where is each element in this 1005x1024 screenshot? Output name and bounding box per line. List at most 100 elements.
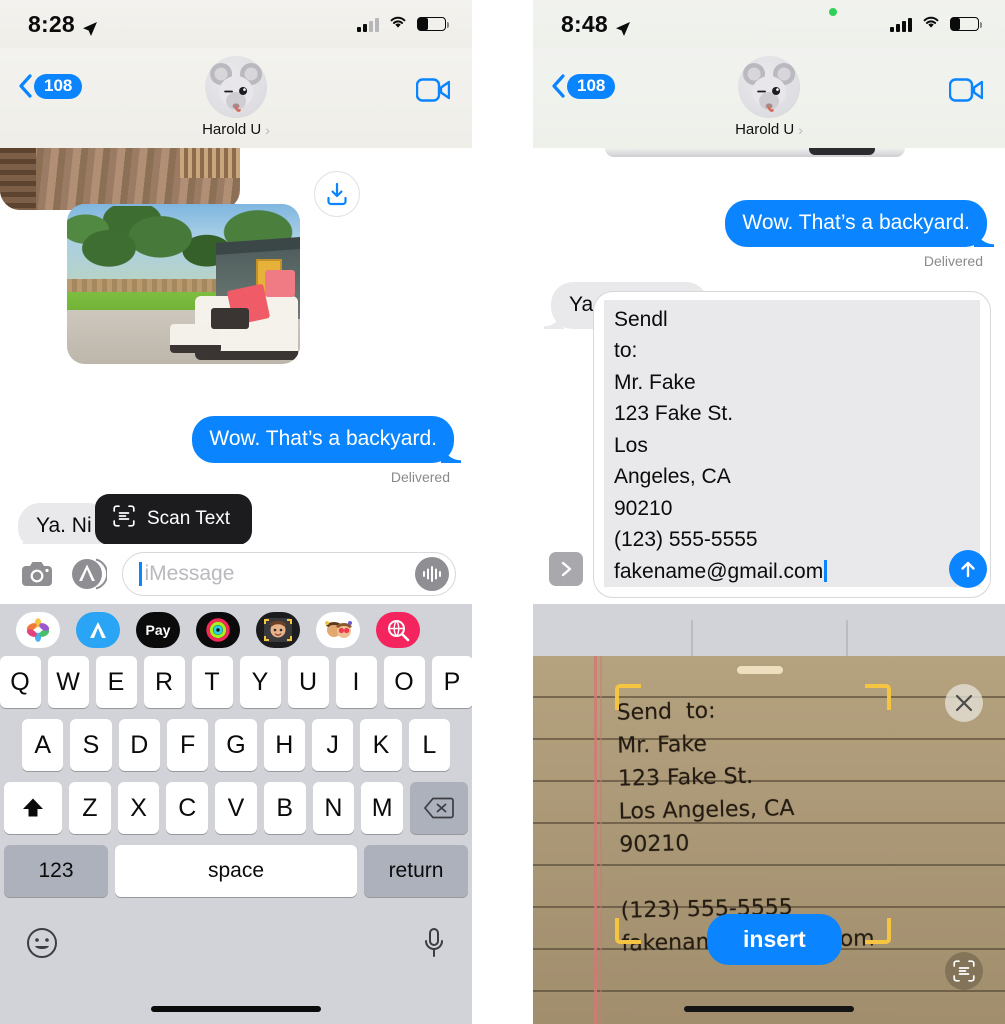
key-v[interactable]: V (215, 782, 257, 834)
key-b[interactable]: B (263, 782, 306, 834)
outgoing-bubble[interactable]: Wow. That’s a backyard. (725, 200, 994, 248)
unread-count-badge: 108 (567, 74, 616, 99)
status-bar-time-group-right: 8:48 (561, 11, 631, 38)
outgoing-bubble[interactable]: Wow. That’s a backyard. (192, 416, 461, 464)
wifi-icon (921, 14, 941, 34)
audio-waveform-icon[interactable] (415, 557, 449, 591)
location-arrow-icon (82, 16, 98, 36)
facetime-video-icon[interactable] (415, 78, 451, 107)
fitness-rings-icon[interactable] (196, 612, 240, 648)
contact-header[interactable]: Harold U › (735, 56, 803, 138)
live-text-toggle-icon[interactable] (945, 952, 983, 990)
backyard-photo[interactable] (67, 204, 300, 364)
keyboard-row-1: Q W E R T Y U I O P (0, 656, 472, 708)
chevron-right-icon: › (265, 121, 270, 138)
back-button[interactable]: 108 (18, 74, 83, 99)
return-key[interactable]: return (364, 845, 468, 897)
key-w[interactable]: W (47, 656, 89, 708)
scan-text-icon (113, 505, 135, 533)
key-x[interactable]: X (117, 782, 160, 834)
key-g[interactable]: G (215, 719, 257, 771)
status-time: 8:48 (561, 10, 608, 37)
backspace-key-icon[interactable] (410, 782, 469, 834)
phone-screenshot-right: 8:48 108 Harold U › Wow. That’s a backya… (533, 0, 1005, 1024)
signal-bars-icon (890, 17, 912, 32)
unread-count-badge: 108 (34, 74, 83, 99)
close-x-icon[interactable] (945, 684, 983, 722)
key-s[interactable]: S (70, 719, 112, 771)
key-h[interactable]: H (263, 719, 305, 771)
numbers-key[interactable]: 123 (4, 845, 108, 897)
back-button[interactable]: 108 (551, 74, 616, 99)
key-a[interactable]: A (22, 719, 64, 771)
tab-divider-right (846, 620, 848, 656)
status-time: 8:28 (28, 10, 75, 37)
imessage-app-strip: Pay (0, 604, 472, 656)
download-icon[interactable] (314, 171, 360, 217)
key-z[interactable]: Z (68, 782, 111, 834)
key-f[interactable]: F (167, 719, 209, 771)
message-input-field[interactable]: iMessage (122, 552, 456, 596)
insert-button[interactable]: insert (707, 914, 842, 965)
key-k[interactable]: K (360, 719, 402, 771)
keyboard-row-4: 123 space return (0, 845, 472, 897)
microphone-icon[interactable] (422, 927, 446, 964)
contact-header[interactable]: Harold U › (202, 56, 270, 138)
delivery-status: Delivered (923, 253, 983, 270)
key-y[interactable]: Y (239, 656, 281, 708)
keyboard-row-2: A S D F G H J K L (0, 719, 472, 771)
compose-input-field[interactable]: Sendl to: Mr. Fake 123 Fake St. Los Ange… (593, 290, 991, 598)
shift-key-icon[interactable] (3, 782, 62, 834)
memoji-capture-icon[interactable] (256, 612, 300, 648)
detection-corner-bottom-right (865, 918, 891, 944)
memoji-stickers-icon[interactable] (316, 612, 360, 648)
tab-divider-left (691, 620, 693, 656)
contact-name: Harold U (202, 121, 262, 138)
paper-top-edge (737, 666, 783, 674)
status-bar-time-group: 8:28 (28, 11, 98, 38)
key-d[interactable]: D (118, 719, 160, 771)
live-text-camera-view: Send to: Mr. Fake 123 Fake St. Los Angel… (533, 604, 1005, 1024)
key-e[interactable]: E (95, 656, 137, 708)
key-j[interactable]: J (311, 719, 354, 771)
nav-bar-left: 108 Harold U › (0, 48, 472, 148)
key-q[interactable]: Q (0, 656, 41, 708)
key-r[interactable]: R (143, 656, 185, 708)
key-p[interactable]: P (431, 656, 472, 708)
scan-view-tabs (533, 604, 1005, 656)
camera-icon[interactable] (18, 555, 56, 593)
expand-toolbar-chevron-icon[interactable] (549, 552, 583, 586)
compose-text-value: Sendl to: Mr. Fake 123 Fake St. Los Ange… (604, 299, 980, 587)
home-indicator[interactable] (151, 1006, 321, 1012)
compose-value: Sendl to: Mr. Fake 123 Fake St. Los Ange… (614, 307, 824, 583)
apple-pay-label: Pay (145, 622, 171, 638)
notebook-margin-line-2 (600, 656, 602, 1024)
facetime-video-icon[interactable] (948, 78, 984, 107)
apple-pay-icon[interactable]: Pay (136, 612, 180, 648)
emoji-key-icon[interactable] (26, 927, 58, 964)
contact-name-row: Harold U › (735, 121, 803, 138)
key-o[interactable]: O (383, 656, 425, 708)
text-caret (139, 562, 142, 586)
keyboard-bottom-bar (0, 908, 472, 982)
deck-photo[interactable] (0, 148, 240, 210)
gif-search-icon[interactable] (376, 612, 420, 648)
space-key[interactable]: space (115, 845, 357, 897)
scan-text-tooltip[interactable]: Scan Text (95, 494, 253, 556)
app-store-icon[interactable] (70, 555, 108, 593)
send-arrow-up-icon[interactable] (949, 550, 987, 588)
camera-preview[interactable]: Send to: Mr. Fake 123 Fake St. Los Angel… (533, 656, 1005, 1024)
key-t[interactable]: T (191, 656, 233, 708)
key-c[interactable]: C (166, 782, 209, 834)
app-store-icon[interactable] (76, 612, 120, 648)
key-l[interactable]: L (408, 719, 450, 771)
key-m[interactable]: M (361, 782, 404, 834)
chevron-left-icon (551, 74, 565, 98)
key-n[interactable]: N (312, 782, 355, 834)
photos-app-icon[interactable] (16, 612, 60, 648)
home-indicator[interactable] (684, 1006, 854, 1012)
key-i[interactable]: I (335, 656, 377, 708)
status-bar-indicators-right (890, 14, 983, 34)
nav-bar-right: 108 Harold U › (533, 48, 1005, 148)
key-u[interactable]: U (287, 656, 329, 708)
